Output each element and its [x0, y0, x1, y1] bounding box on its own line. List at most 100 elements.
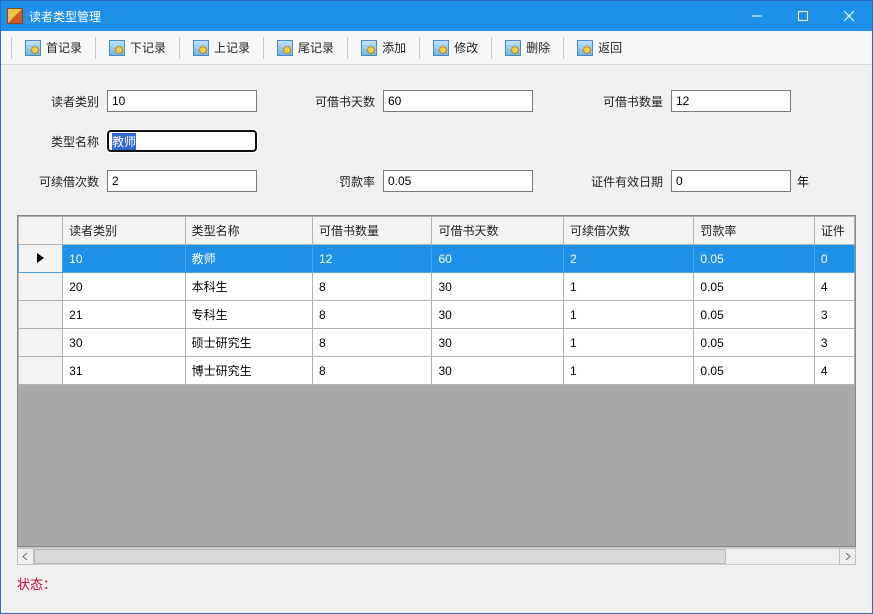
- record-icon: [109, 40, 125, 56]
- scroll-left-button[interactable]: [17, 548, 34, 565]
- row-header[interactable]: [19, 245, 63, 273]
- cell[interactable]: 12: [313, 245, 432, 273]
- cell[interactable]: 4: [814, 357, 854, 385]
- renew-count-input[interactable]: [107, 170, 257, 192]
- cell[interactable]: 30: [63, 329, 185, 357]
- cell[interactable]: 30: [432, 357, 563, 385]
- borrow-days-label: 可借书天数: [297, 93, 375, 110]
- cell[interactable]: 1: [563, 329, 693, 357]
- cell[interactable]: 8: [313, 357, 432, 385]
- cell[interactable]: 0.05: [694, 329, 814, 357]
- add-button[interactable]: 添加: [354, 35, 413, 60]
- form-area: 读者类别 可借书天数 可借书数量 类型名称 可续借次数: [1, 65, 872, 209]
- cell[interactable]: 20: [63, 273, 185, 301]
- table-row[interactable]: 10教师126020.050: [19, 245, 855, 273]
- cell[interactable]: 0: [814, 245, 854, 273]
- cell[interactable]: 31: [63, 357, 185, 385]
- type-name-input[interactable]: [107, 130, 257, 152]
- close-button[interactable]: [826, 1, 872, 31]
- row-header[interactable]: [19, 329, 63, 357]
- last-record-button[interactable]: 尾记录: [270, 35, 341, 60]
- col-reader-type[interactable]: 读者类别: [63, 217, 185, 245]
- cell[interactable]: 8: [313, 301, 432, 329]
- cell[interactable]: 21: [63, 301, 185, 329]
- col-borrow-days[interactable]: 可借书天数: [432, 217, 563, 245]
- back-label: 返回: [598, 39, 622, 56]
- next-record-button[interactable]: 下记录: [102, 35, 173, 60]
- col-borrow-qty[interactable]: 可借书数量: [313, 217, 432, 245]
- table-row[interactable]: 20本科生83010.054: [19, 273, 855, 301]
- cell[interactable]: 30: [432, 329, 563, 357]
- col-fine-rate[interactable]: 罚款率: [694, 217, 814, 245]
- reader-type-input[interactable]: [107, 90, 257, 112]
- cell[interactable]: 2: [563, 245, 693, 273]
- cell[interactable]: 30: [432, 301, 563, 329]
- row-pointer-icon: [37, 253, 44, 263]
- scroll-right-button[interactable]: [839, 548, 856, 565]
- status-bar: 状态：: [17, 574, 856, 593]
- toolbar-separator: [347, 37, 348, 59]
- borrow-days-input[interactable]: [383, 90, 533, 112]
- edit-label: 修改: [454, 39, 478, 56]
- first-record-button[interactable]: 首记录: [18, 35, 89, 60]
- data-grid[interactable]: 读者类别 类型名称 可借书数量 可借书天数 可续借次数 罚款率 证件 10教师1…: [17, 215, 856, 547]
- table-row[interactable]: 21专科生83010.053: [19, 301, 855, 329]
- col-cert[interactable]: 证件: [814, 217, 854, 245]
- type-name-label: 类型名称: [21, 133, 99, 150]
- back-button[interactable]: 返回: [570, 35, 629, 60]
- delete-button[interactable]: 删除: [498, 35, 557, 60]
- cell[interactable]: 专科生: [185, 301, 312, 329]
- cell[interactable]: 30: [432, 273, 563, 301]
- maximize-button[interactable]: [780, 1, 826, 31]
- cell[interactable]: 3: [814, 301, 854, 329]
- table-row[interactable]: 31博士研究生83010.054: [19, 357, 855, 385]
- cell[interactable]: 0.05: [694, 273, 814, 301]
- cell[interactable]: 1: [563, 301, 693, 329]
- cell[interactable]: 60: [432, 245, 563, 273]
- cell[interactable]: 博士研究生: [185, 357, 312, 385]
- cell[interactable]: 1: [563, 357, 693, 385]
- minimize-button[interactable]: [734, 1, 780, 31]
- window-title: 读者类型管理: [29, 8, 734, 25]
- grid-corner: [19, 217, 63, 245]
- cell[interactable]: 本科生: [185, 273, 312, 301]
- horizontal-scrollbar[interactable]: [17, 547, 856, 564]
- col-renew-count[interactable]: 可续借次数: [563, 217, 693, 245]
- toolbar-separator: [179, 37, 180, 59]
- scroll-thumb[interactable]: [34, 549, 726, 564]
- titlebar[interactable]: 读者类型管理: [1, 1, 872, 31]
- cell[interactable]: 1: [563, 273, 693, 301]
- borrow-qty-input[interactable]: [671, 90, 791, 112]
- scroll-track[interactable]: [34, 548, 839, 565]
- toolbar-separator: [491, 37, 492, 59]
- cell[interactable]: 4: [814, 273, 854, 301]
- cell[interactable]: 硕士研究生: [185, 329, 312, 357]
- prev-record-label: 上记录: [214, 39, 250, 56]
- col-type-name[interactable]: 类型名称: [185, 217, 312, 245]
- cell[interactable]: 教师: [185, 245, 312, 273]
- chevron-left-icon: [22, 553, 29, 560]
- cell[interactable]: 0.05: [694, 245, 814, 273]
- row-header[interactable]: [19, 301, 63, 329]
- borrow-qty-label: 可借书数量: [583, 93, 663, 110]
- fine-rate-input[interactable]: [383, 170, 533, 192]
- row-header[interactable]: [19, 273, 63, 301]
- cell[interactable]: 3: [814, 329, 854, 357]
- cell[interactable]: 0.05: [694, 357, 814, 385]
- row-header[interactable]: [19, 357, 63, 385]
- edit-button[interactable]: 修改: [426, 35, 485, 60]
- record-icon: [433, 40, 449, 56]
- table-row[interactable]: 30硕士研究生83010.053: [19, 329, 855, 357]
- maximize-icon: [798, 11, 808, 21]
- cell[interactable]: 0.05: [694, 301, 814, 329]
- cell[interactable]: 10: [63, 245, 185, 273]
- prev-record-button[interactable]: 上记录: [186, 35, 257, 60]
- cert-valid-input[interactable]: [671, 170, 791, 192]
- cell[interactable]: 8: [313, 329, 432, 357]
- last-record-label: 尾记录: [298, 39, 334, 56]
- cell[interactable]: 8: [313, 273, 432, 301]
- toolbar-separator: [419, 37, 420, 59]
- record-icon: [577, 40, 593, 56]
- grid-header-row: 读者类别 类型名称 可借书数量 可借书天数 可续借次数 罚款率 证件: [19, 217, 855, 245]
- add-label: 添加: [382, 39, 406, 56]
